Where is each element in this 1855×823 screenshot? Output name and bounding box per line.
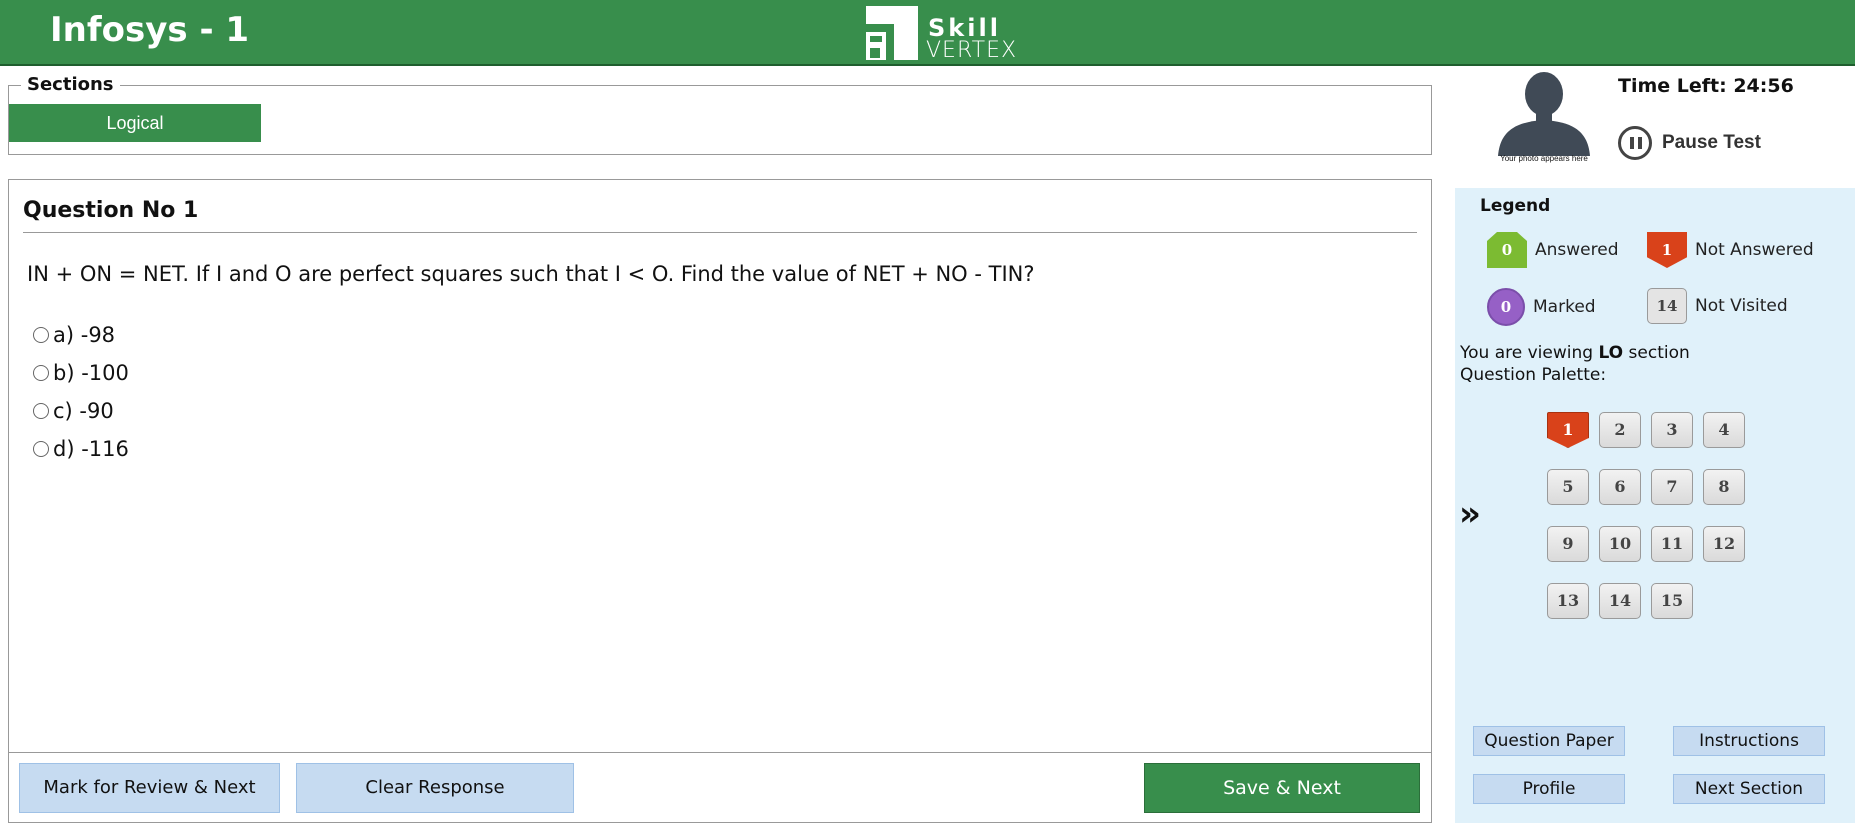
legend-answered-label: Answered — [1535, 240, 1619, 260]
question-palette-panel: Legend 0 Answered 1 Not Answered 0 Marke… — [1455, 188, 1855, 823]
clear-response-button[interactable]: Clear Response — [296, 763, 574, 813]
marked-icon: 0 — [1487, 288, 1525, 326]
viewing-prefix: You are viewing — [1460, 343, 1594, 363]
section-tab-logical[interactable]: Logical — [9, 104, 261, 142]
time-left: Time Left: 24:56 — [1618, 75, 1794, 97]
question-paper-button[interactable]: Question Paper — [1473, 726, 1625, 756]
question-panel: Question No 1 IN + ON = NET. If I and O … — [8, 179, 1432, 823]
legend-not-visited: 14 Not Visited — [1647, 288, 1788, 324]
legend-marked-label: Marked — [1533, 297, 1596, 317]
question-text: IN + ON = NET. If I and O are perfect sq… — [27, 262, 1035, 286]
question-divider — [23, 232, 1417, 233]
pause-icon — [1618, 126, 1652, 160]
option-d[interactable]: d) -116 — [33, 430, 129, 468]
palette-question-4[interactable]: 4 — [1703, 412, 1745, 448]
palette-question-5[interactable]: 5 — [1547, 469, 1589, 505]
option-d-radio[interactable] — [33, 441, 49, 457]
option-a-label: a) -98 — [53, 323, 116, 347]
sections-legend: Sections — [21, 74, 120, 95]
palette-question-2[interactable]: 2 — [1599, 412, 1641, 448]
option-c[interactable]: c) -90 — [33, 392, 129, 430]
not-answered-icon: 1 — [1647, 232, 1687, 268]
palette-question-12[interactable]: 12 — [1703, 526, 1745, 562]
question-footer: Mark for Review & Next Clear Response Sa… — [9, 752, 1431, 822]
section-code: LO — [1598, 343, 1624, 363]
option-c-radio[interactable] — [33, 403, 49, 419]
collapse-panel-icon[interactable]: » — [1459, 494, 1481, 534]
answered-icon: 0 — [1487, 232, 1527, 268]
palette-question-10[interactable]: 10 — [1599, 526, 1641, 562]
viewing-suffix: section — [1628, 343, 1690, 363]
user-silhouette-icon — [1498, 72, 1590, 156]
question-number: Question No 1 — [23, 198, 199, 223]
logo-text-vertex: VERTEX — [926, 38, 1018, 63]
legend-answered: 0 Answered — [1487, 232, 1619, 268]
photo-caption: Your photo appears here — [1500, 154, 1588, 163]
palette-question-13[interactable]: 13 — [1547, 583, 1589, 619]
not-visited-icon: 14 — [1647, 288, 1687, 324]
options-list: a) -98 b) -100 c) -90 d) -116 — [33, 316, 129, 468]
palette-question-14[interactable]: 14 — [1599, 583, 1641, 619]
app-header: Infosys - 1 Skill VERTEX — [0, 0, 1855, 66]
palette-question-11[interactable]: 11 — [1651, 526, 1693, 562]
legend-title: Legend — [1480, 196, 1551, 216]
option-d-label: d) -116 — [53, 437, 129, 461]
legend-not-answered: 1 Not Answered — [1647, 232, 1814, 268]
palette-question-6[interactable]: 6 — [1599, 469, 1641, 505]
test-title: Infosys - 1 — [50, 10, 250, 50]
pause-test-label: Pause Test — [1662, 132, 1761, 153]
save-and-next-button[interactable]: Save & Next — [1144, 763, 1420, 813]
palette-question-3[interactable]: 3 — [1651, 412, 1693, 448]
option-b-radio[interactable] — [33, 365, 49, 381]
legend-not-visited-label: Not Visited — [1695, 296, 1788, 316]
palette-title: Question Palette: — [1460, 365, 1607, 385]
viewing-section-text: You are viewing LO section Question Pale… — [1460, 342, 1690, 386]
skill-vertex-logo: Skill VERTEX — [860, 2, 1030, 64]
option-a-radio[interactable] — [33, 327, 49, 343]
palette-question-8[interactable]: 8 — [1703, 469, 1745, 505]
legend-marked: 0 Marked — [1487, 288, 1596, 326]
next-section-button[interactable]: Next Section — [1673, 774, 1825, 804]
palette-question-7[interactable]: 7 — [1651, 469, 1693, 505]
palette-question-15[interactable]: 15 — [1651, 583, 1693, 619]
option-c-label: c) -90 — [53, 399, 114, 423]
palette-question-9[interactable]: 9 — [1547, 526, 1589, 562]
legend-not-answered-label: Not Answered — [1695, 240, 1814, 260]
instructions-button[interactable]: Instructions — [1673, 726, 1825, 756]
mark-for-review-button[interactable]: Mark for Review & Next — [19, 763, 280, 813]
pause-test-button[interactable]: Pause Test — [1618, 126, 1761, 160]
option-b-label: b) -100 — [53, 361, 129, 385]
logo-mark-icon — [866, 6, 918, 60]
palette-question-1[interactable]: 1 — [1547, 412, 1589, 448]
option-a[interactable]: a) -98 — [33, 316, 129, 354]
profile-button[interactable]: Profile — [1473, 774, 1625, 804]
sections-box: Sections Logical — [8, 74, 1432, 155]
option-b[interactable]: b) -100 — [33, 354, 129, 392]
avatar: Your photo appears here — [1490, 70, 1598, 170]
